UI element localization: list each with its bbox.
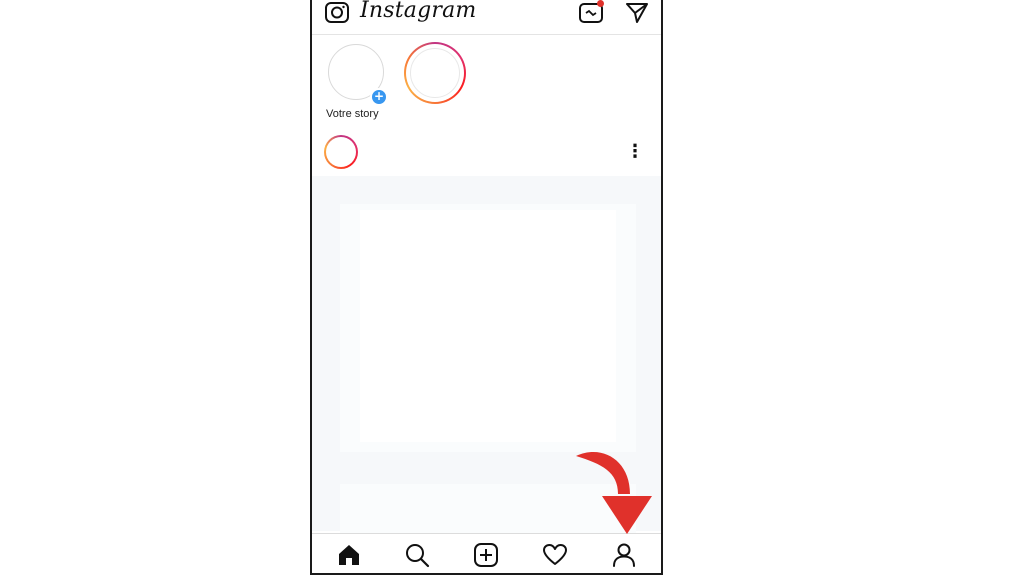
search-icon[interactable]: [404, 542, 430, 568]
more-options-icon[interactable]: ⋮: [626, 142, 644, 162]
bottom-nav: [312, 533, 661, 573]
direct-message-icon[interactable]: [624, 0, 650, 26]
own-story-label: Votre story: [326, 108, 379, 120]
add-story-icon[interactable]: +: [370, 88, 388, 106]
stories-tray: + Votre story: [312, 36, 661, 128]
app-logo: Instagram: [360, 0, 477, 23]
add-post-icon[interactable]: [473, 542, 499, 568]
profile-icon[interactable]: [611, 542, 637, 568]
notification-dot: [597, 0, 604, 7]
top-bar: Instagram: [312, 0, 661, 35]
red-arrow-annotation: [572, 446, 654, 538]
home-icon[interactable]: [336, 542, 362, 568]
post-header: ⋮: [312, 130, 661, 174]
camera-icon[interactable]: [324, 0, 350, 26]
story-avatar[interactable]: [404, 42, 466, 104]
heart-icon[interactable]: [542, 542, 568, 568]
post-author-avatar[interactable]: [324, 135, 358, 169]
